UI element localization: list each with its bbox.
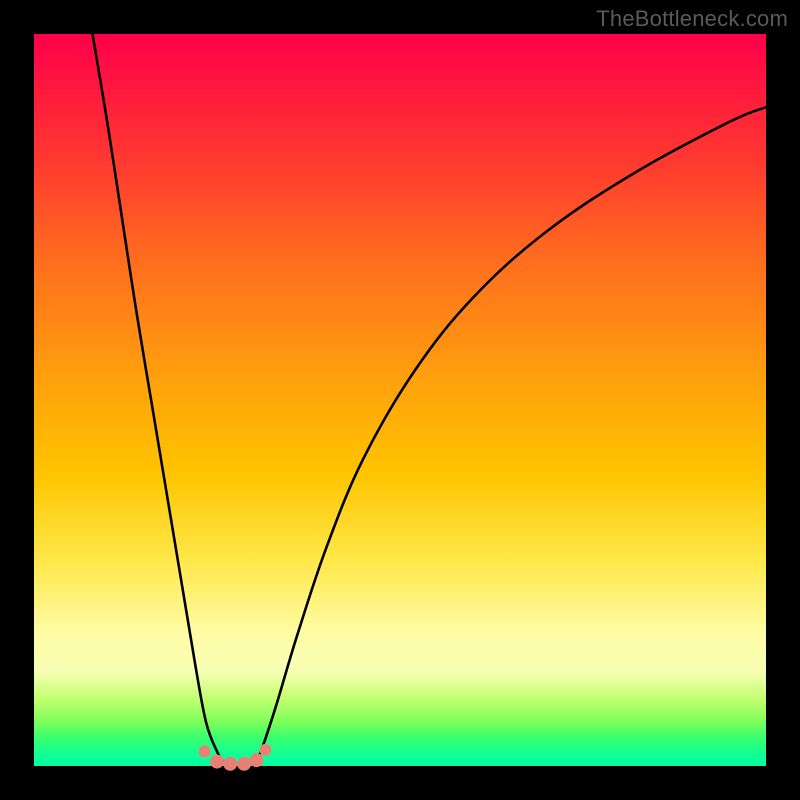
watermark-text: TheBottleneck.com bbox=[596, 6, 788, 32]
plot-area bbox=[34, 34, 766, 766]
series-left-curve bbox=[93, 34, 232, 766]
marker-point-1 bbox=[210, 755, 224, 769]
marker-point-5 bbox=[259, 744, 271, 756]
chart-frame: TheBottleneck.com bbox=[0, 0, 800, 800]
marker-point-4 bbox=[250, 753, 264, 767]
marker-point-2 bbox=[223, 757, 237, 771]
marker-point-3 bbox=[237, 757, 251, 771]
chart-svg bbox=[34, 34, 766, 766]
markers-group bbox=[199, 744, 272, 771]
marker-point-0 bbox=[199, 745, 211, 757]
series-group bbox=[93, 34, 766, 766]
series-right-curve bbox=[254, 107, 766, 766]
